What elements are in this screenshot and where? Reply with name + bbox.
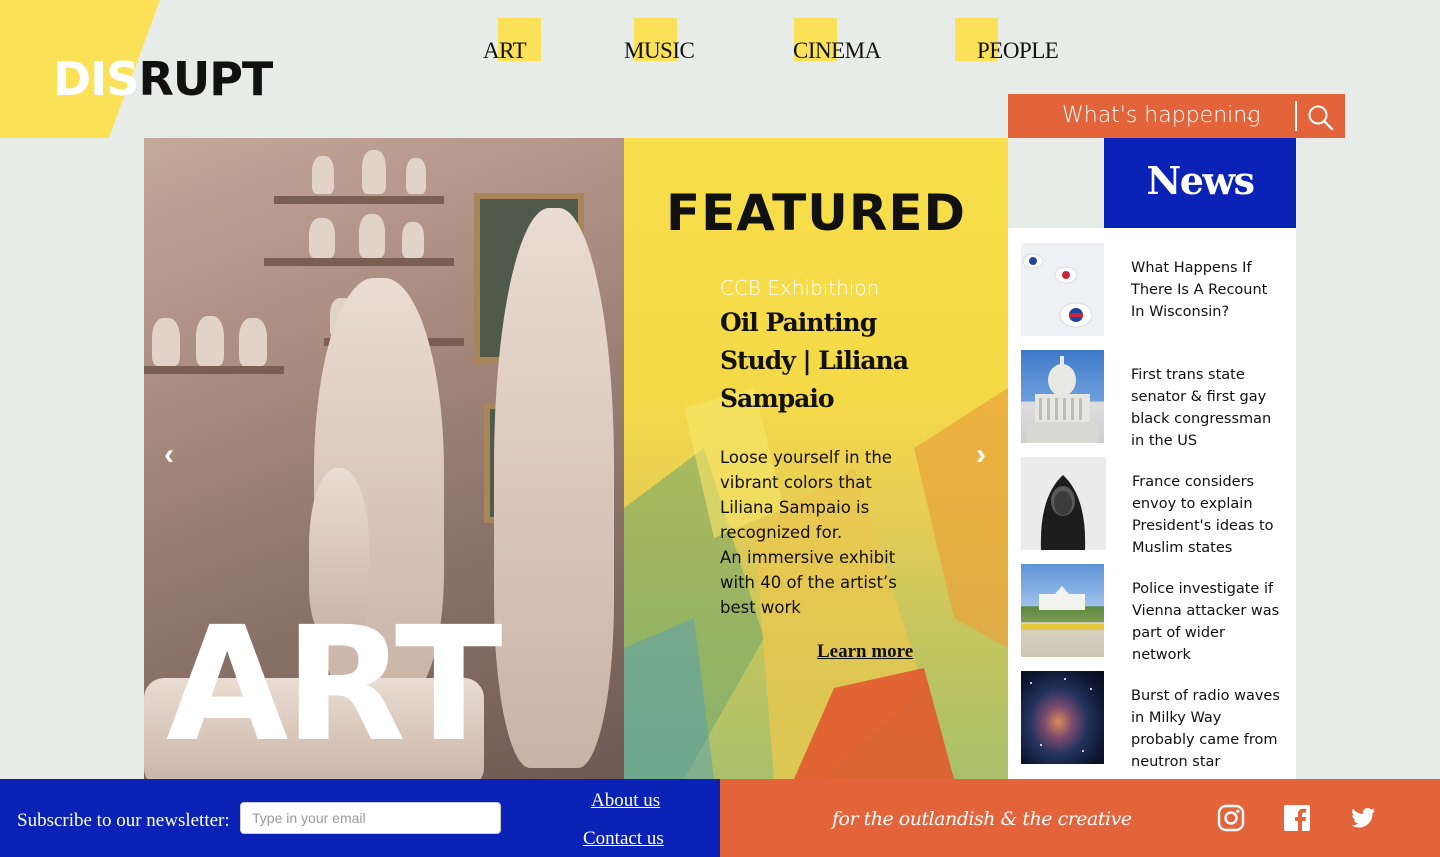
featured-title: Oil Painting Study | Liliana Sampaio — [720, 308, 909, 413]
featured-body-2: An immersive exhibit with 40 of the arti… — [720, 548, 897, 617]
tagline: for the outlandish & the creative — [832, 808, 1132, 830]
hero-title: ART — [166, 593, 503, 777]
news-thumbnail — [1021, 457, 1106, 550]
featured-description: Loose yourself in the vibrant colors tha… — [720, 445, 900, 620]
news-thumbnail — [1021, 671, 1104, 764]
nav-label: ART — [483, 38, 527, 63]
shelf — [144, 366, 284, 374]
news-thumbnail — [1021, 350, 1104, 443]
news-item[interactable]: France considers envoy to explain Presid… — [1021, 457, 1286, 556]
logo-part-dis: DIS — [53, 52, 139, 106]
news-heading: News — [1104, 138, 1296, 228]
bust-sculpture — [196, 316, 224, 366]
news-headline: First trans state senator & first gay bl… — [1131, 367, 1272, 449]
news-item[interactable]: Burst of radio waves in Milky Way probab… — [1021, 671, 1286, 770]
news-item[interactable]: Police investigate if Vienna attacker wa… — [1021, 564, 1286, 663]
news-thumbnail — [1021, 564, 1104, 657]
contact-us-link[interactable]: Contact us — [583, 828, 664, 850]
bust-sculpture — [312, 156, 334, 194]
prev-arrow-icon[interactable]: ‹ — [164, 438, 174, 472]
nav-people[interactable]: PEOPLE — [955, 18, 1059, 63]
news-thumbnail — [1021, 243, 1104, 336]
news-headline: France considers envoy to explain Presid… — [1132, 474, 1274, 556]
featured-body-1: Loose yourself in the vibrant colors tha… — [720, 448, 892, 542]
featured-subtitle: CCB Exhibithion — [720, 276, 880, 300]
instagram-icon[interactable] — [1217, 804, 1245, 832]
bust-sculpture — [359, 214, 385, 258]
whats-happening-dropdown[interactable]: What's happening — [1062, 103, 1260, 128]
hero-art-panel: ‹ ART — [144, 138, 624, 779]
news-item[interactable]: What Happens If There Is A Recount In Wi… — [1021, 243, 1286, 336]
nav-music[interactable]: MUSIC — [624, 18, 695, 63]
shelf — [274, 196, 444, 204]
logo-part-rupt: RUPT — [138, 52, 273, 106]
divider — [1295, 101, 1297, 131]
search-icon[interactable] — [1306, 103, 1334, 131]
nav-label: MUSIC — [624, 38, 695, 63]
bust-sculpture — [406, 158, 426, 194]
twitter-icon[interactable] — [1349, 804, 1377, 832]
shelf — [264, 258, 454, 266]
bust-sculpture — [402, 222, 424, 258]
whats-happening-bar: What's happening ⌄ — [1008, 94, 1345, 138]
news-headline: Police investigate if Vienna attacker wa… — [1132, 581, 1280, 663]
featured-panel: FEATURED CCB Exhibithion Oil Painting St… — [624, 138, 1008, 779]
featured-heading: FEATURED — [666, 184, 966, 242]
facebook-icon[interactable] — [1283, 804, 1311, 832]
news-headline: What Happens If There Is A Recount In Wi… — [1131, 260, 1268, 320]
news-headline: Burst of radio waves in Milky Way probab… — [1131, 688, 1280, 770]
nav-label: PEOPLE — [977, 38, 1059, 63]
about-us-link[interactable]: About us — [591, 790, 660, 812]
standing-statue — [494, 208, 614, 768]
news-item[interactable]: First trans state senator & first gay bl… — [1021, 350, 1286, 449]
logo[interactable]: DISRUPT — [53, 52, 273, 106]
next-arrow-icon[interactable]: › — [976, 438, 986, 472]
nav-cinema[interactable]: CINEMA — [793, 18, 881, 63]
nav-art[interactable]: ART — [483, 18, 541, 63]
email-input[interactable] — [240, 802, 501, 834]
bust-sculpture — [309, 218, 335, 258]
bust-sculpture — [239, 318, 267, 366]
chevron-down-icon[interactable]: ⌄ — [1245, 110, 1254, 123]
news-spacer — [1008, 138, 1104, 228]
newsletter-label: Subscribe to our newsletter: — [17, 810, 230, 831]
bust-sculpture — [362, 150, 386, 194]
bust-sculpture — [152, 318, 180, 366]
learn-more-link[interactable]: Learn more — [817, 641, 913, 663]
nav-label: CINEMA — [793, 38, 881, 63]
